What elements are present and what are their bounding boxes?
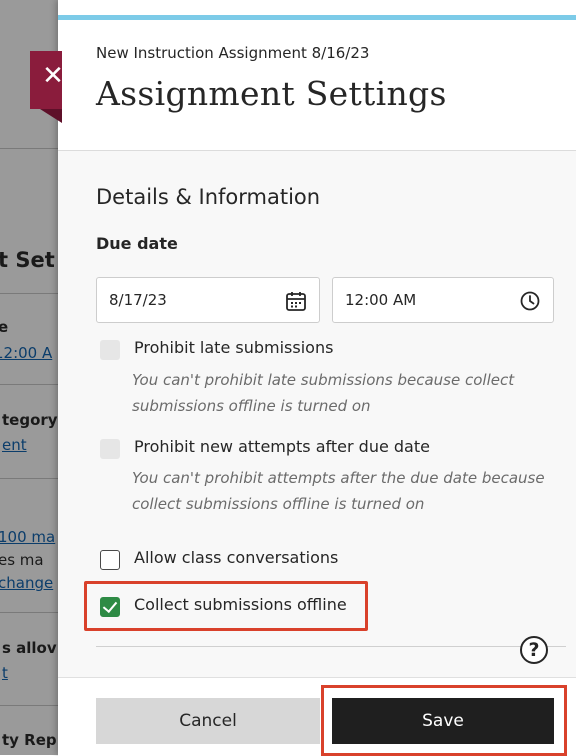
assignment-settings-panel: New Instruction Assignment 8/16/23 Assig… bbox=[58, 0, 576, 756]
close-icon[interactable]: ✕ bbox=[33, 61, 73, 91]
background-link[interactable]: t bbox=[2, 664, 8, 682]
close-panel-button[interactable]: ✕ bbox=[30, 51, 64, 123]
background-divider bbox=[0, 293, 60, 294]
prohibit-new-attempts-hint: You can't prohibit attempts after the du… bbox=[132, 469, 545, 513]
section-title: Details & Information bbox=[96, 185, 321, 209]
prohibit-new-attempts-label: Prohibit new attempts after due date bbox=[134, 437, 430, 456]
clock-icon[interactable] bbox=[519, 290, 541, 312]
background-label: tegory bbox=[2, 411, 58, 429]
background-divider bbox=[0, 478, 60, 479]
background-link[interactable]: 12:00 A bbox=[0, 344, 52, 362]
prohibit-late-submissions-checkbox[interactable] bbox=[100, 340, 120, 360]
page-title: Assignment Settings bbox=[96, 74, 447, 113]
allow-class-conversations-label: Allow class conversations bbox=[134, 548, 339, 567]
background-text: es ma bbox=[0, 551, 44, 569]
due-date-field[interactable] bbox=[96, 277, 320, 323]
help-icon[interactable]: ? bbox=[520, 636, 548, 664]
background-label: ty Rep bbox=[2, 731, 57, 749]
panel-top-space bbox=[58, 0, 576, 15]
top-accent-bar bbox=[58, 15, 576, 20]
due-date-input[interactable] bbox=[109, 288, 259, 312]
background-link[interactable]: 100 ma bbox=[0, 528, 55, 546]
background-link[interactable]: ent bbox=[2, 436, 27, 454]
cancel-button[interactable]: Cancel bbox=[96, 698, 320, 744]
background-label: e bbox=[0, 318, 9, 336]
calendar-icon[interactable] bbox=[285, 290, 307, 312]
due-time-input[interactable] bbox=[345, 288, 495, 312]
highlight-box-collect-offline bbox=[84, 581, 368, 631]
background-divider bbox=[0, 705, 60, 706]
due-date-label: Due date bbox=[96, 234, 178, 253]
allow-class-conversations-checkbox[interactable] bbox=[100, 550, 120, 570]
prohibit-late-submissions-label: Prohibit late submissions bbox=[134, 338, 334, 357]
due-time-field[interactable] bbox=[332, 277, 554, 323]
background-label: s allov bbox=[2, 639, 57, 657]
background-link[interactable]: change bbox=[0, 574, 53, 592]
breadcrumb: New Instruction Assignment 8/16/23 bbox=[96, 44, 370, 62]
content-divider bbox=[96, 646, 566, 647]
prohibit-late-submissions-hint: You can't prohibit late submissions beca… bbox=[132, 371, 515, 415]
background-divider bbox=[0, 148, 60, 149]
background-heading: t Set bbox=[0, 248, 55, 272]
panel-footer: Cancel Save bbox=[58, 677, 576, 756]
prohibit-new-attempts-checkbox[interactable] bbox=[100, 439, 120, 459]
background-divider bbox=[0, 384, 60, 385]
highlight-box-save bbox=[321, 685, 567, 756]
background-divider bbox=[0, 612, 60, 613]
